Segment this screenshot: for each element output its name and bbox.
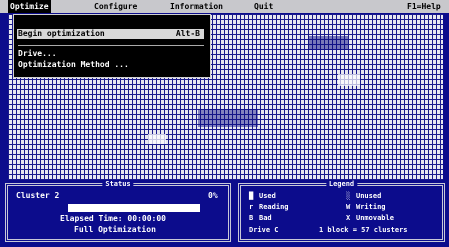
optimization-method-text: Full Optimization [74,225,156,234]
menu-bar: Optimize Configure Information Quit F1=H… [0,0,449,13]
unused-block-region [338,74,360,86]
legend-item: W Writing [346,203,386,211]
progress-bar [68,204,200,212]
legend-item: █ Used [249,192,276,200]
optimization-method-item[interactable]: Optimization Method ... [18,60,129,70]
status-title: Status [102,180,134,188]
used-block-region [198,109,258,127]
legend-item: B Bad [249,214,272,222]
legend-panel: Legend █ Used r Reading B Bad ░ Unused W Writ… [238,180,445,242]
help-hint[interactable]: F1=Help [405,0,443,13]
menu-optimize[interactable]: Optimize [8,0,51,13]
legend-item: X Unmovable [346,214,394,222]
legend-title: Legend [325,180,358,188]
percent-label: 0% [208,191,218,200]
menu-information[interactable]: Information [168,0,225,13]
legend-item: ░ Unused [346,192,382,200]
elapsed-time: Elapsed Time: 00:00:00 [60,214,166,223]
drive-item[interactable]: Drive... [18,49,57,59]
begin-optimization-label: Begin optimization [18,29,105,38]
status-panel: Status Cluster 2 0% Elapsed Time: 00:00:… [5,180,231,242]
menu-separator [18,45,204,46]
used-block-region [308,36,348,50]
menu-configure[interactable]: Configure [92,0,139,13]
menu-quit[interactable]: Quit [252,0,275,13]
drive-legend: Drive C [249,226,279,234]
begin-shortcut: Alt-B [175,29,200,38]
cluster-label: Cluster 2 [16,191,60,200]
block-size-legend: 1 block = 57 clusters [319,226,408,234]
legend-item: r Reading [249,203,289,211]
begin-optimization-item[interactable]: Begin optimization Alt-B [17,29,204,39]
optimize-menu: Begin optimization Alt-B Drive... Optimi… [13,14,211,78]
unused-block-region [148,134,166,144]
